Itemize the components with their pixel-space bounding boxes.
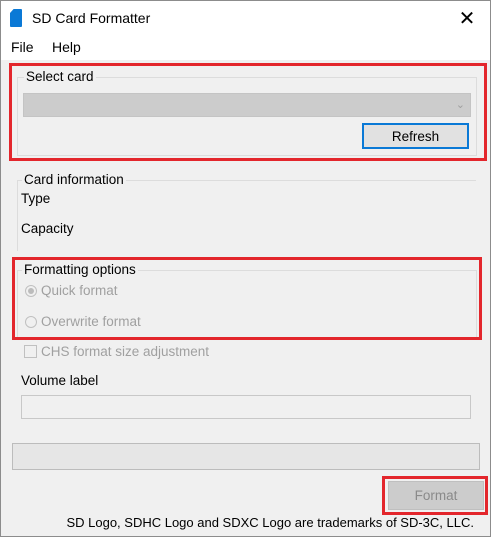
chs-format-label: CHS format size adjustment: [41, 344, 210, 359]
card-select-dropdown[interactable]: ⌄: [23, 93, 471, 117]
card-capacity-label: Capacity: [21, 221, 74, 236]
formatting-options-title: Formatting options: [22, 262, 138, 277]
select-card-title: Select card: [24, 69, 96, 84]
volume-label-input[interactable]: [21, 395, 471, 419]
volume-label-title: Volume label: [21, 373, 99, 388]
format-progress-bar: [12, 443, 480, 470]
overwrite-format-label: Overwrite format: [41, 314, 141, 329]
window-title: SD Card Formatter: [32, 10, 151, 26]
sd-card-icon: [10, 9, 22, 27]
title-bar: SD Card Formatter ✕: [1, 1, 490, 35]
chs-format-checkbox[interactable]: [24, 345, 37, 358]
card-type-label: Type: [21, 191, 51, 206]
overwrite-format-radio[interactable]: [25, 316, 37, 328]
chevron-down-icon: ⌄: [455, 98, 465, 111]
sd-card-formatter-window: SD Card Formatter ✕ File Help Select car…: [0, 0, 491, 537]
menu-file[interactable]: File: [11, 39, 34, 55]
quick-format-radio[interactable]: [25, 285, 37, 297]
quick-format-label: Quick format: [41, 283, 118, 298]
trademark-notice: SD Logo, SDHC Logo and SDXC Logo are tra…: [66, 515, 474, 530]
format-button[interactable]: Format: [388, 481, 484, 510]
refresh-button[interactable]: Refresh: [362, 123, 469, 149]
menu-bar: File Help: [1, 35, 490, 60]
card-information-title: Card information: [22, 172, 126, 187]
close-icon[interactable]: ✕: [444, 1, 490, 35]
menu-help[interactable]: Help: [52, 39, 81, 55]
main-panel: Select card ⌄ Refresh Card information T…: [1, 60, 490, 536]
card-information-group: Card information: [17, 172, 476, 251]
